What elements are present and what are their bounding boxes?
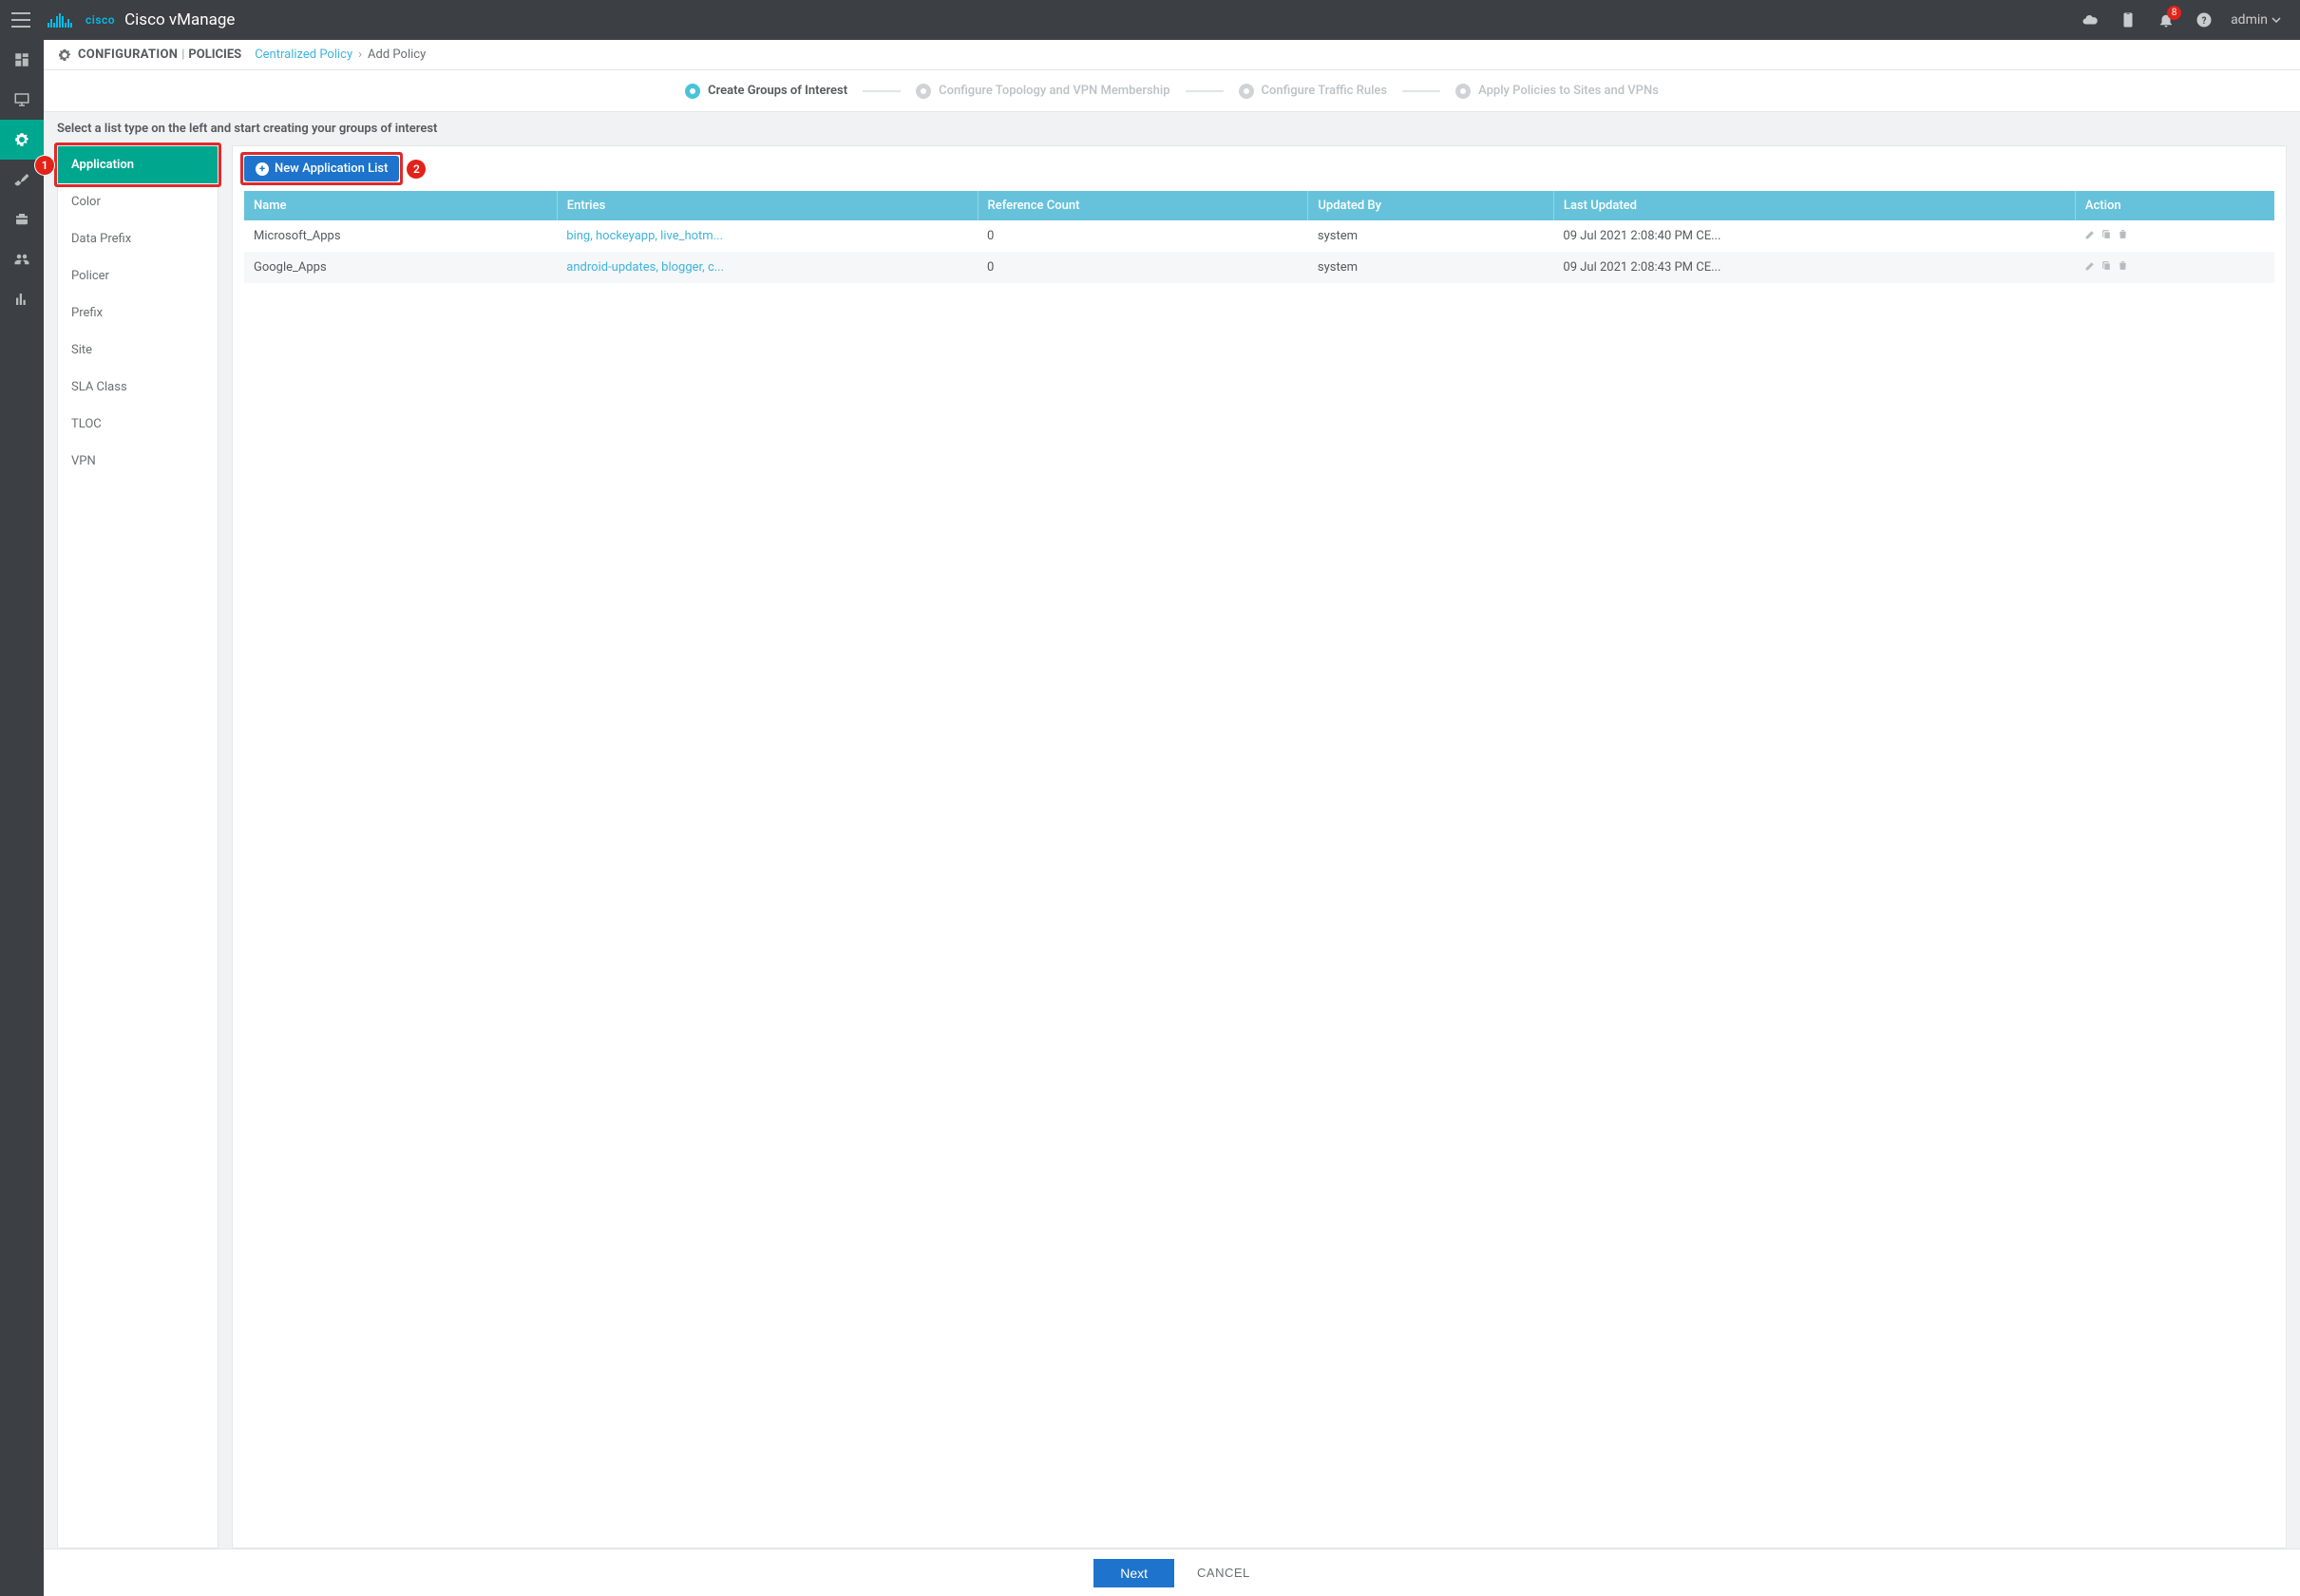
chevron-down-icon	[2271, 15, 2281, 25]
next-button[interactable]: Next	[1093, 1559, 1174, 1587]
help-icon[interactable]: ?	[2185, 0, 2223, 40]
topbar: cisco Cisco vManage 8 ? admin	[0, 0, 2300, 40]
step-label: Configure Traffic Rules	[1262, 84, 1388, 98]
step-label: Configure Topology and VPN Membership	[939, 84, 1169, 98]
bc-sub: POLICIES	[188, 48, 241, 62]
table-row[interactable]: Microsoft_Appsbing, hockeyapp, live_hotm…	[244, 220, 2274, 252]
tasks-icon[interactable]	[2109, 0, 2147, 40]
bc-current: Add Policy	[368, 48, 426, 62]
annotation-number: 1	[35, 156, 54, 175]
col-entries[interactable]: Entries	[557, 191, 978, 220]
cell-entries[interactable]: android-updates, blogger, c...	[557, 252, 978, 283]
step-3[interactable]: Apply Policies to Sites and VPNs	[1455, 84, 1659, 99]
cell-actions	[2075, 252, 2274, 283]
user-name: admin	[2231, 12, 2268, 28]
copy-icon[interactable]	[2100, 228, 2113, 240]
list-type-prefix[interactable]: Prefix	[58, 294, 218, 332]
footer: Next CANCEL	[44, 1548, 2300, 1596]
cell-last-updated: 09 Jul 2021 2:08:40 PM CE...	[1553, 220, 2075, 252]
step-dot-icon	[916, 84, 931, 99]
annotation-number: 2	[407, 160, 426, 179]
list-type-vpn[interactable]: VPN	[58, 443, 218, 480]
cell-name: Google_Apps	[244, 252, 557, 283]
edit-icon[interactable]	[2084, 228, 2097, 240]
col-action[interactable]: Action	[2075, 191, 2274, 220]
cell-ref-count: 0	[978, 252, 1308, 283]
rail-analytics[interactable]	[0, 279, 44, 319]
breadcrumb: CONFIGURATION | POLICIES Centralized Pol…	[44, 40, 2300, 70]
content-head: + New Application List	[233, 146, 2286, 191]
rail-configuration[interactable]	[0, 120, 44, 160]
list-type-panel: ApplicationColorData PrefixPolicerPrefix…	[57, 145, 219, 1548]
col-updated-by[interactable]: Updated By	[1308, 191, 1554, 220]
rail-dashboard[interactable]	[0, 40, 44, 80]
cloud-icon[interactable]	[2071, 0, 2109, 40]
cell-updated-by: system	[1308, 220, 1554, 252]
step-label: Apply Policies to Sites and VPNs	[1478, 84, 1659, 98]
step-dot-icon	[1455, 84, 1471, 99]
cell-actions	[2075, 220, 2274, 252]
new-application-list-button[interactable]: + New Application List	[244, 156, 399, 181]
step-label: Create Groups of Interest	[708, 84, 847, 98]
cisco-logo	[48, 13, 76, 28]
cisco-text: cisco	[86, 13, 115, 27]
col-reference-count[interactable]: Reference Count	[978, 191, 1308, 220]
table-row[interactable]: Google_Appsandroid-updates, blogger, c..…	[244, 252, 2274, 283]
copy-icon[interactable]	[2100, 259, 2113, 272]
step-line	[863, 90, 901, 92]
plus-icon: +	[256, 162, 269, 176]
notif-badge: 8	[2167, 6, 2181, 20]
cancel-button[interactable]: CANCEL	[1197, 1566, 1250, 1580]
list-type-application[interactable]: Application	[58, 146, 218, 183]
col-name[interactable]: Name	[244, 191, 557, 220]
list-type-policer[interactable]: Policer	[58, 257, 218, 294]
delete-icon[interactable]	[2117, 228, 2129, 240]
list-type-tloc[interactable]: TLOC	[58, 406, 218, 443]
delete-icon[interactable]	[2117, 259, 2129, 272]
cell-ref-count: 0	[978, 220, 1308, 252]
table-body: Microsoft_Appsbing, hockeyapp, live_hotm…	[244, 220, 2274, 283]
content-panel: + New Application List NameEntriesRefere…	[232, 145, 2287, 1548]
workarea: ApplicationColorData PrefixPolicerPrefix…	[44, 145, 2300, 1548]
svg-text:?: ?	[2202, 16, 2207, 27]
step-1[interactable]: Configure Topology and VPN Membership	[916, 84, 1169, 99]
user-menu[interactable]: admin	[2223, 12, 2289, 28]
step-dot-icon	[685, 84, 700, 99]
app-title: Cisco vManage	[124, 10, 235, 29]
edit-icon[interactable]	[2084, 259, 2097, 272]
new-button-label: New Application List	[275, 162, 388, 176]
rail-maintenance[interactable]	[0, 200, 44, 239]
step-dot-icon	[1239, 84, 1254, 99]
rail-administration[interactable]	[0, 239, 44, 279]
step-2[interactable]: Configure Traffic Rules	[1239, 84, 1388, 99]
col-last-updated[interactable]: Last Updated	[1553, 191, 2075, 220]
list-type-color[interactable]: Color	[58, 183, 218, 220]
bc-link[interactable]: Centralized Policy	[255, 48, 352, 62]
stepper: Create Groups of Interest Configure Topol…	[44, 70, 2300, 112]
cisco-bars-icon	[48, 13, 72, 28]
step-line	[1402, 90, 1440, 92]
cell-updated-by: system	[1308, 252, 1554, 283]
bc-section: CONFIGURATION	[78, 48, 178, 62]
list-type-data-prefix[interactable]: Data Prefix	[58, 220, 218, 257]
table-header-row: NameEntriesReference CountUpdated ByLast…	[244, 191, 2274, 220]
left-rail	[0, 40, 44, 1596]
gear-icon	[57, 48, 72, 63]
menu-toggle[interactable]	[11, 10, 30, 29]
cell-last-updated: 09 Jul 2021 2:08:43 PM CE...	[1553, 252, 2075, 283]
table-wrap: NameEntriesReference CountUpdated ByLast…	[233, 191, 2286, 1548]
list-type-sla-class[interactable]: SLA Class	[58, 369, 218, 406]
rail-monitor[interactable]	[0, 80, 44, 120]
main: CONFIGURATION | POLICIES Centralized Pol…	[44, 40, 2300, 1596]
cell-name: Microsoft_Apps	[244, 220, 557, 252]
instruction-text: Select a list type on the left and start…	[44, 112, 2300, 145]
application-table: NameEntriesReference CountUpdated ByLast…	[244, 191, 2274, 283]
cell-entries[interactable]: bing, hockeyapp, live_hotm...	[557, 220, 978, 252]
bell-icon[interactable]: 8	[2147, 0, 2185, 40]
list-type-site[interactable]: Site	[58, 332, 218, 369]
step-0[interactable]: Create Groups of Interest	[685, 84, 847, 99]
step-line	[1186, 90, 1224, 92]
